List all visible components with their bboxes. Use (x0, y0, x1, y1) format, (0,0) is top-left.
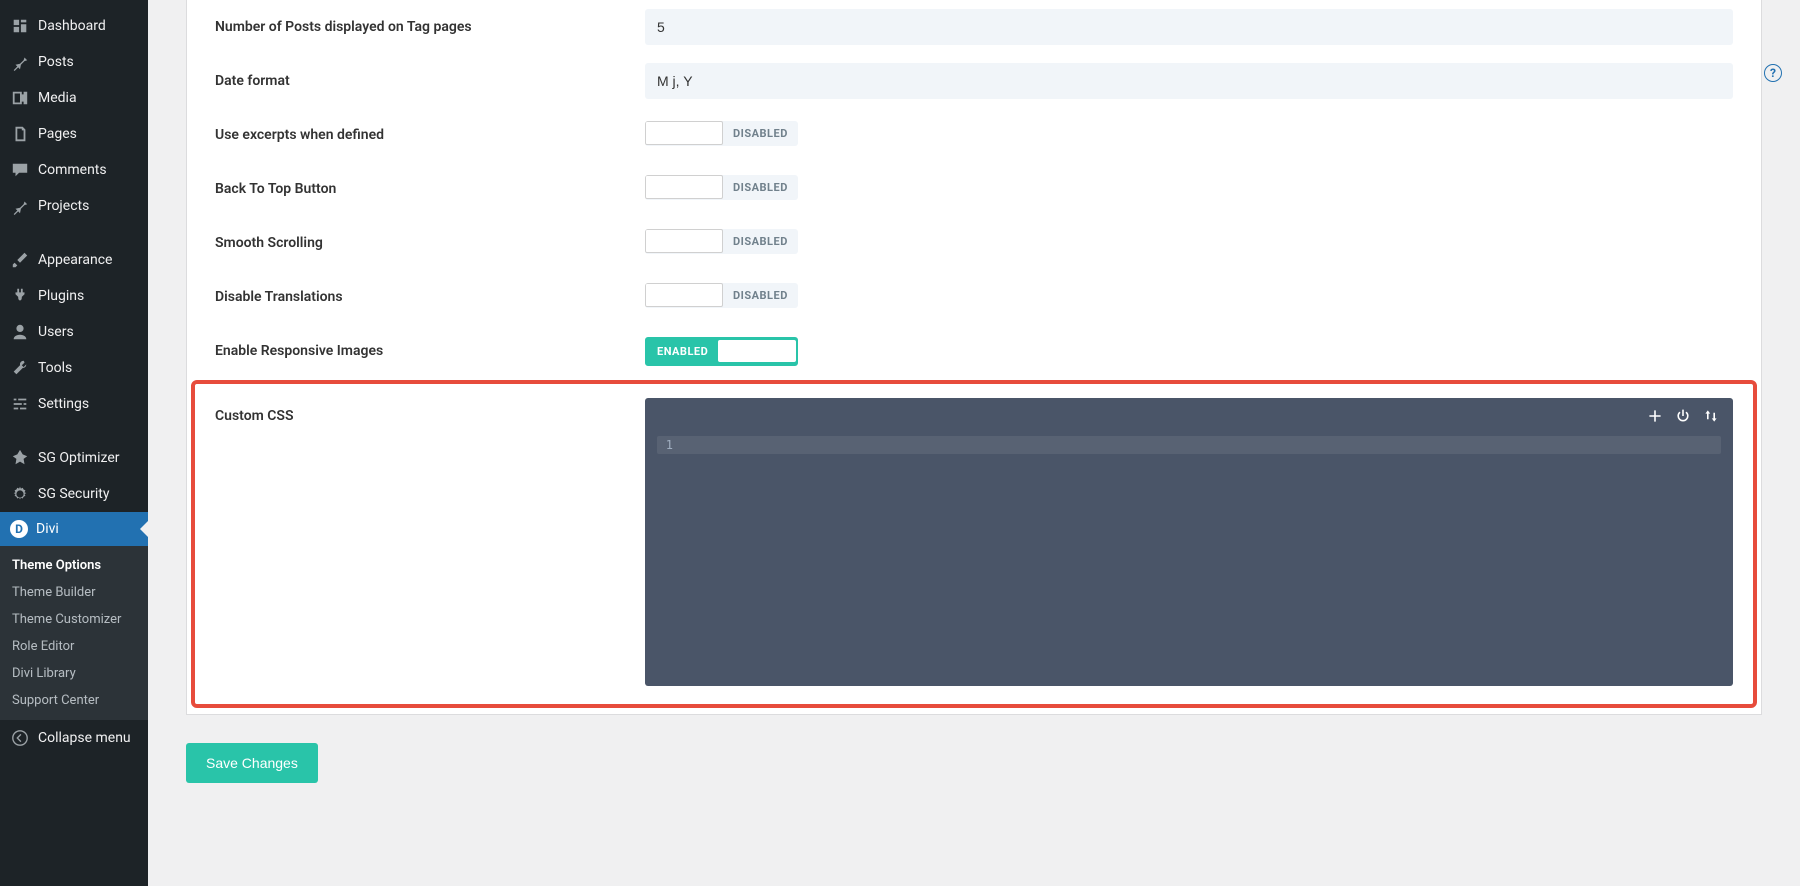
sidebar-item-posts[interactable]: Posts (0, 44, 148, 80)
toggle-state: DISABLED (723, 229, 798, 254)
collapse-menu[interactable]: Collapse menu (0, 720, 148, 756)
sidebar-item-media[interactable]: Media (0, 80, 148, 116)
sidebar-item-dashboard[interactable]: Dashboard (0, 8, 148, 44)
smooth-scrolling-toggle[interactable]: DISABLED (645, 229, 798, 254)
excerpts-toggle[interactable]: DISABLED (645, 121, 798, 146)
editor-sort-icon[interactable] (1703, 408, 1719, 428)
setting-smooth-scrolling: Smooth Scrolling DISABLED (187, 216, 1761, 270)
disable-translations-toggle[interactable]: DISABLED (645, 283, 798, 308)
submenu-support-center[interactable]: Support Center (0, 687, 148, 714)
custom-css-highlight: Custom CSS 1 (191, 380, 1757, 708)
submenu-theme-customizer[interactable]: Theme Customizer (0, 606, 148, 633)
sidebar-item-label: Dashboard (38, 18, 106, 34)
pin-icon (10, 52, 30, 72)
setting-label: Back To Top Button (215, 181, 645, 197)
dashboard-icon (10, 16, 30, 36)
sidebar-item-users[interactable]: Users (0, 314, 148, 350)
brush-icon (10, 250, 30, 270)
sidebar-item-label: Media (38, 90, 77, 106)
sidebar-item-label: Tools (38, 360, 72, 376)
sidebar-item-divi[interactable]: D Divi (0, 512, 148, 546)
setting-label: Enable Responsive Images (215, 343, 645, 359)
pin-icon (10, 196, 30, 216)
user-icon (10, 322, 30, 342)
sidebar-item-projects[interactable]: Projects (0, 188, 148, 224)
sidebar-item-pages[interactable]: Pages (0, 116, 148, 152)
custom-css-label: Custom CSS (215, 398, 645, 686)
setting-disable-translations: Disable Translations DISABLED (187, 270, 1761, 324)
help-icon[interactable]: ? (1764, 64, 1782, 82)
sidebar-item-label: Posts (38, 54, 74, 70)
admin-sidebar: Dashboard Posts Media Pages Comments Pro… (0, 0, 148, 886)
setting-label: Use excerpts when defined (215, 127, 645, 143)
sidebar-item-label: Projects (38, 198, 89, 214)
sidebar-item-settings[interactable]: Settings (0, 386, 148, 422)
save-changes-button[interactable]: Save Changes (186, 743, 318, 783)
submenu-role-editor[interactable]: Role Editor (0, 633, 148, 660)
setting-label: Number of Posts displayed on Tag pages (215, 19, 645, 35)
setting-label: Smooth Scrolling (215, 235, 645, 251)
tag-posts-input[interactable] (645, 9, 1733, 45)
sidebar-item-label: SG Optimizer (38, 450, 119, 466)
submenu-theme-builder[interactable]: Theme Builder (0, 579, 148, 606)
sidebar-item-appearance[interactable]: Appearance (0, 242, 148, 278)
setting-label: Date format (215, 73, 645, 89)
editor-add-icon[interactable] (1647, 408, 1663, 428)
divi-icon: D (10, 520, 28, 538)
custom-css-editor[interactable]: 1 (645, 398, 1733, 686)
back-to-top-toggle[interactable]: DISABLED (645, 175, 798, 200)
submenu-divi-library[interactable]: Divi Library (0, 660, 148, 687)
sidebar-item-label: Settings (38, 396, 89, 412)
line-number: 1 (657, 436, 679, 454)
sidebar-item-label: Appearance (38, 252, 112, 268)
responsive-images-toggle[interactable]: ENABLED (645, 337, 798, 366)
setting-responsive-images: Enable Responsive Images ENABLED (187, 324, 1761, 378)
sidebar-item-label: Divi (36, 521, 59, 537)
gear-icon (10, 484, 30, 504)
sidebar-item-label: Pages (38, 126, 77, 142)
sidebar-item-label: SG Security (38, 486, 109, 502)
rocket-icon (10, 448, 30, 468)
sidebar-item-sg-security[interactable]: SG Security (0, 476, 148, 512)
setting-date-format: Date format (187, 54, 1761, 108)
toggle-state: ENABLED (647, 339, 718, 364)
setting-tag-posts: Number of Posts displayed on Tag pages (187, 0, 1761, 54)
submenu-theme-options[interactable]: Theme Options (0, 552, 148, 579)
sliders-icon (10, 394, 30, 414)
setting-back-to-top: Back To Top Button DISABLED (187, 162, 1761, 216)
sidebar-item-label: Comments (38, 162, 107, 178)
sidebar-item-label: Users (38, 324, 74, 340)
plug-icon (10, 286, 30, 306)
sidebar-item-tools[interactable]: Tools (0, 350, 148, 386)
toggle-state: DISABLED (723, 283, 798, 308)
toggle-state: DISABLED (723, 175, 798, 200)
code-line: 1 (657, 436, 1721, 454)
collapse-icon (10, 728, 30, 748)
media-icon (10, 88, 30, 108)
collapse-label: Collapse menu (38, 730, 131, 746)
editor-power-icon[interactable] (1675, 408, 1691, 428)
sidebar-item-comments[interactable]: Comments (0, 152, 148, 188)
toggle-state: DISABLED (723, 121, 798, 146)
comment-icon (10, 160, 30, 180)
pages-icon (10, 124, 30, 144)
settings-panel: Number of Posts displayed on Tag pages D… (186, 0, 1762, 715)
date-format-input[interactable] (645, 63, 1733, 99)
wrench-icon (10, 358, 30, 378)
line-content[interactable] (679, 436, 1721, 454)
setting-use-excerpts: Use excerpts when defined DISABLED (187, 108, 1761, 162)
sidebar-item-plugins[interactable]: Plugins (0, 278, 148, 314)
main-content: Number of Posts displayed on Tag pages D… (148, 0, 1800, 886)
sidebar-item-label: Plugins (38, 288, 84, 304)
setting-label: Disable Translations (215, 289, 645, 305)
divi-submenu: Theme Options Theme Builder Theme Custom… (0, 546, 148, 720)
sidebar-item-sg-optimizer[interactable]: SG Optimizer (0, 440, 148, 476)
